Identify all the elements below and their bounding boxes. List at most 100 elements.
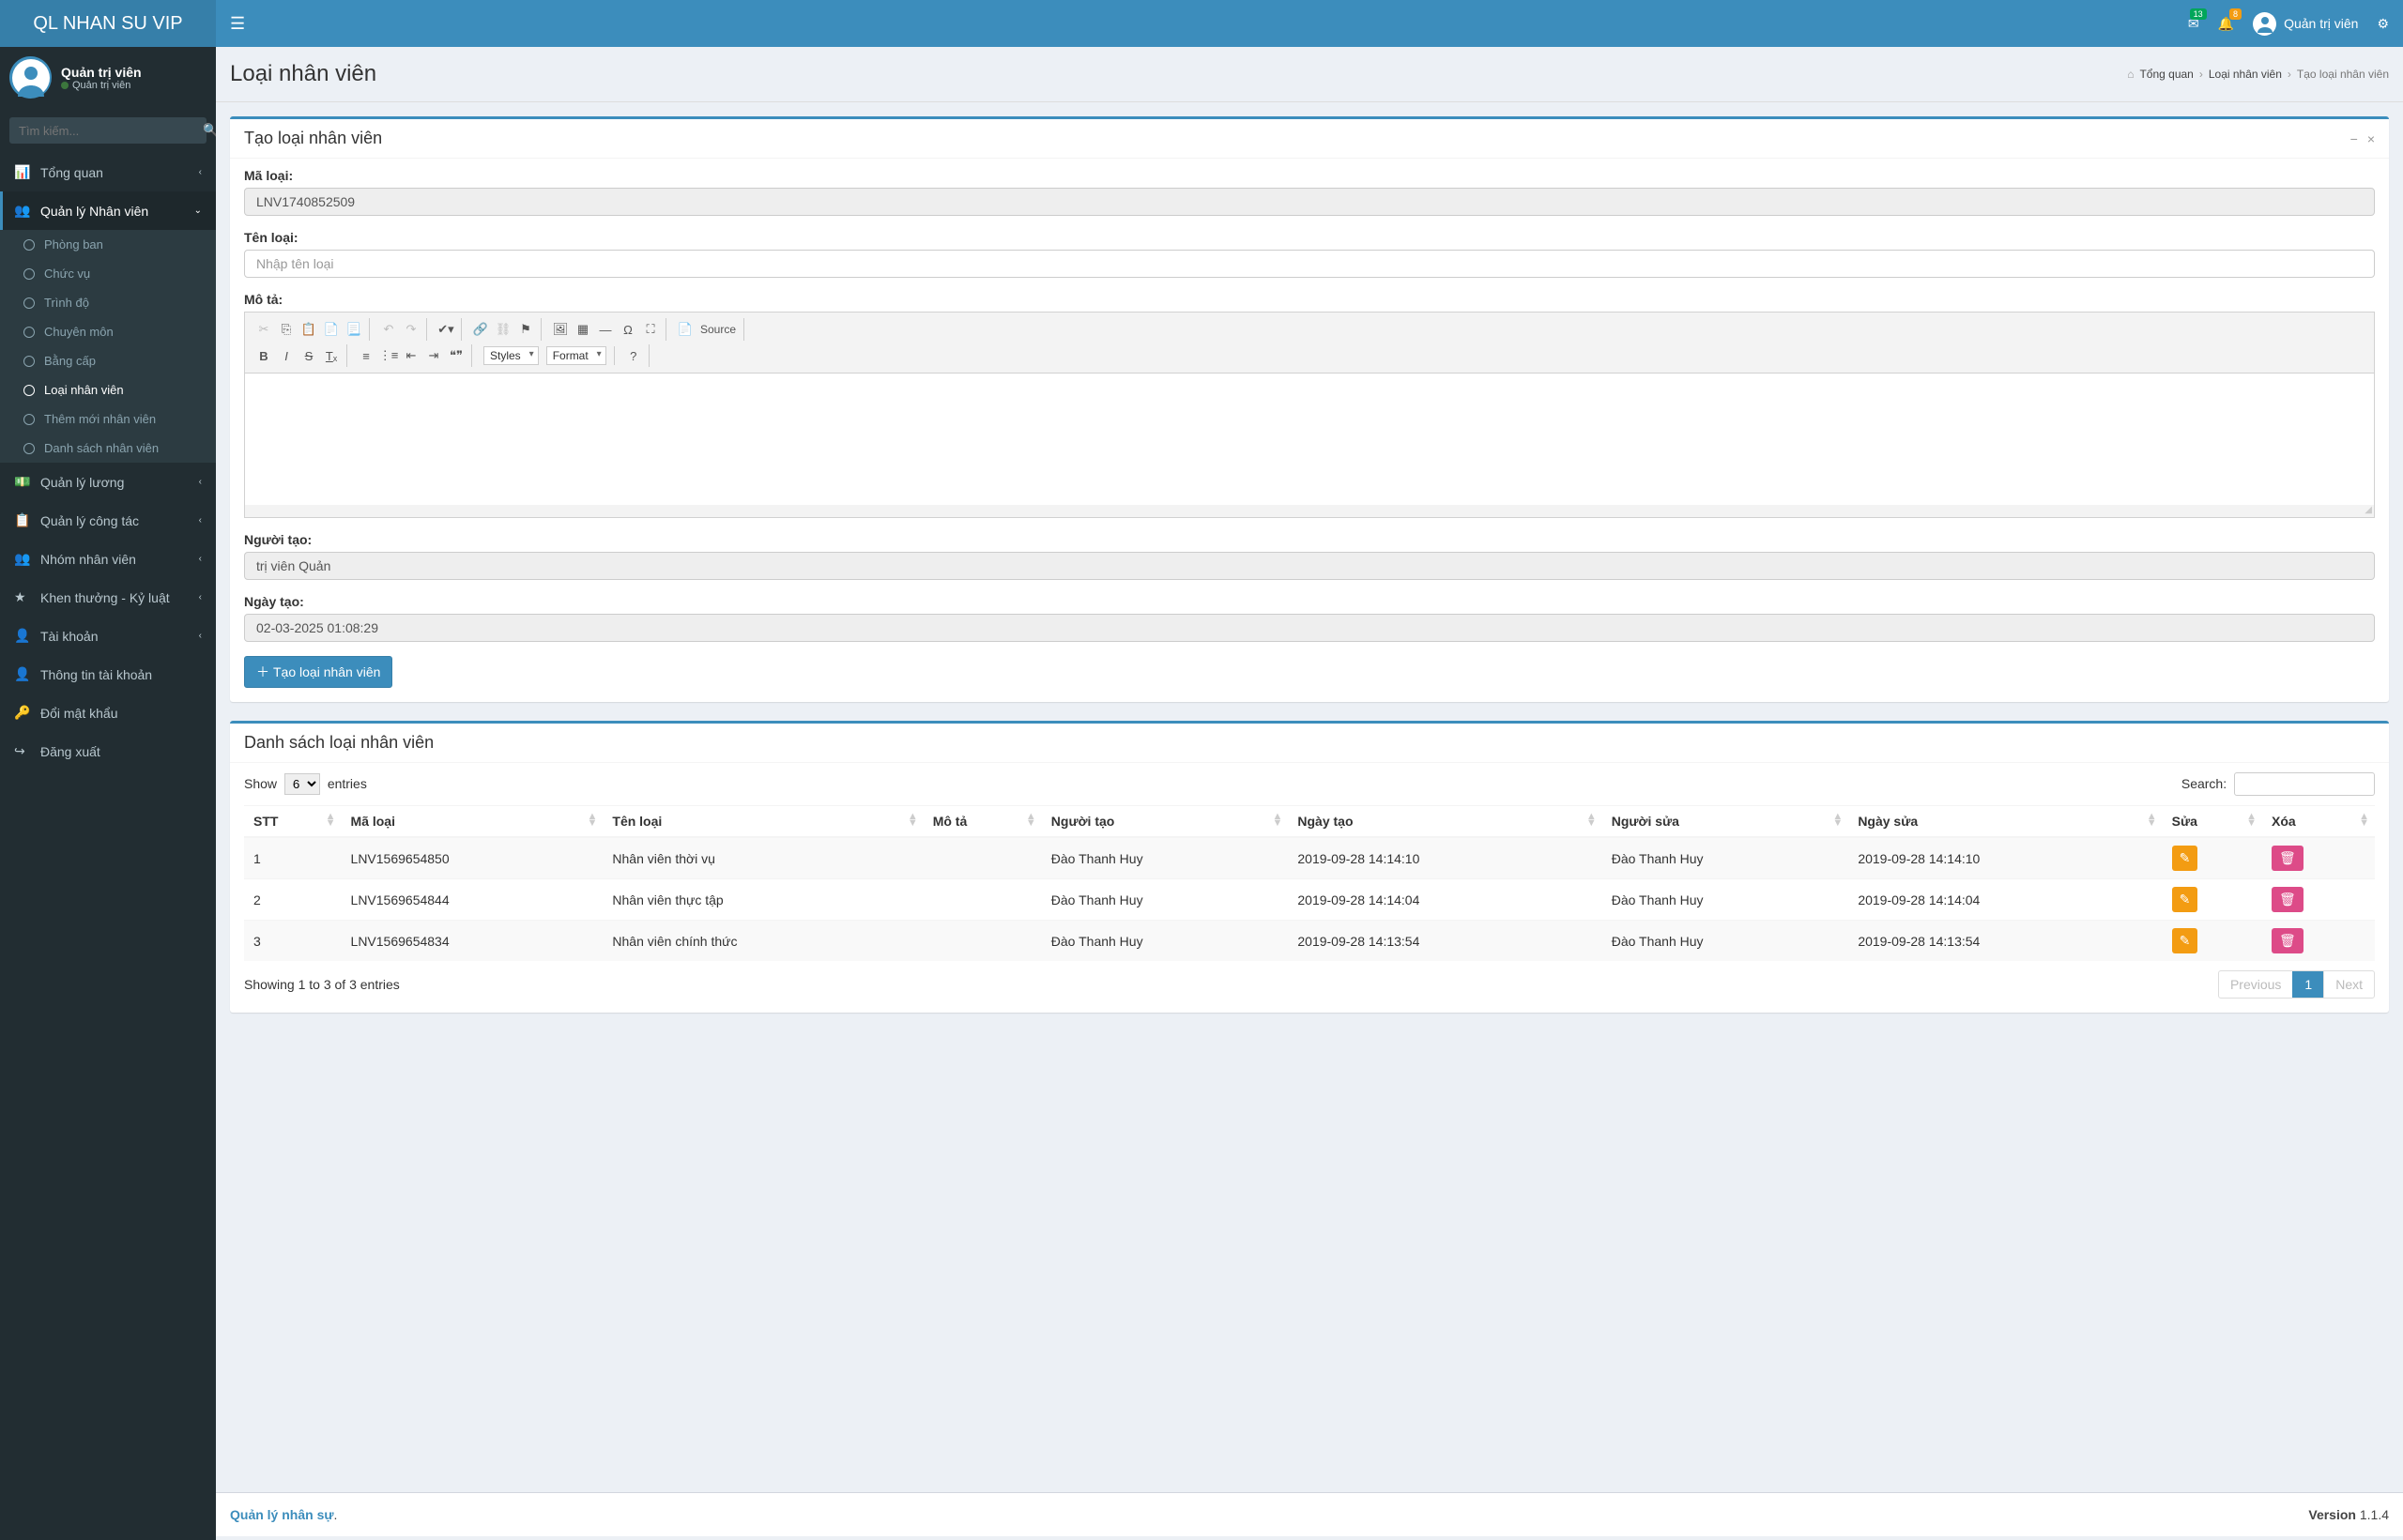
avatar-icon: [2253, 12, 2276, 36]
ngay-tao-label: Ngày tạo:: [244, 594, 2375, 609]
nav-phongban[interactable]: Phòng ban: [0, 230, 216, 259]
nav-nhom[interactable]: 👥Nhóm nhân viên‹: [0, 540, 216, 578]
trash-icon: 🗑: [2279, 892, 2296, 907]
col-nguoitao[interactable]: Người tạo▲▼: [1042, 806, 1289, 838]
sidebar-search-input[interactable]: [9, 117, 193, 144]
nav-taikhoan[interactable]: 👤Tài khoản‹: [0, 617, 216, 655]
user-menu[interactable]: Quản trị viên: [2253, 12, 2358, 36]
col-ma[interactable]: Mã loại▲▼: [342, 806, 604, 838]
gears-icon[interactable]: ⚙: [2377, 16, 2389, 32]
col-stt[interactable]: STT▲▼: [244, 806, 342, 838]
format-select[interactable]: Format: [546, 346, 606, 365]
nav-bangcap[interactable]: Bằng cấp: [0, 346, 216, 375]
col-xoa[interactable]: Xóa▲▼: [2262, 806, 2375, 838]
nav-ql-luong[interactable]: 💵Quản lý lương‹: [0, 463, 216, 501]
submit-button[interactable]: ＋Tạo loại nhân viên: [244, 656, 392, 688]
sidebar-user-name: Quản trị viên: [61, 65, 142, 80]
edit-button[interactable]: ✎: [2172, 846, 2198, 871]
styles-select[interactable]: Styles: [483, 346, 539, 365]
col-sua[interactable]: Sửa▲▼: [2163, 806, 2262, 838]
breadcrumb-home[interactable]: Tổng quan: [2139, 68, 2193, 81]
source-button[interactable]: Source: [696, 318, 740, 341]
bulletlist-icon[interactable]: ⋮≡: [377, 344, 400, 367]
outdent-icon[interactable]: ⇤: [400, 344, 422, 367]
edit-icon: ✎: [2180, 933, 2191, 949]
maximize-icon[interactable]: ⛶: [639, 318, 662, 341]
source-icon[interactable]: 📄: [674, 318, 696, 341]
nav-trinhdo[interactable]: Trình độ: [0, 288, 216, 317]
app-logo[interactable]: QL NHAN SU VIP: [0, 0, 216, 47]
resize-handle[interactable]: ◢: [245, 505, 2374, 517]
sidebar-search-button[interactable]: 🔍: [193, 117, 216, 144]
table-icon[interactable]: ▦: [572, 318, 594, 341]
nav-dangxuat[interactable]: ↪Đăng xuất: [0, 732, 216, 770]
specialchar-icon[interactable]: Ω: [617, 318, 639, 341]
anchor-icon[interactable]: ⚑: [514, 318, 537, 341]
paste-word-icon[interactable]: 📃: [343, 318, 365, 341]
copy-icon[interactable]: ⎘: [275, 318, 298, 341]
table-search-input[interactable]: [2234, 772, 2375, 796]
hr-icon[interactable]: ―: [594, 318, 617, 341]
table-row: 3LNV1569654834Nhân viên chính thứcĐào Th…: [244, 921, 2375, 962]
paste-icon[interactable]: 📋: [298, 318, 320, 341]
bold-icon[interactable]: B: [253, 344, 275, 367]
cell-stt: 3: [244, 921, 342, 962]
numberlist-icon[interactable]: ≡: [355, 344, 377, 367]
messages-icon[interactable]: ✉13: [2188, 16, 2199, 32]
edit-button[interactable]: ✎: [2172, 928, 2198, 953]
page-1-button[interactable]: 1: [2292, 971, 2323, 998]
footer-link[interactable]: Quản lý nhân sự: [230, 1507, 334, 1522]
search-control: Search:: [2181, 772, 2375, 796]
next-button[interactable]: Next: [2323, 971, 2374, 998]
user-panel: Quản trị viên Quản trị viên: [0, 47, 216, 108]
blockquote-icon[interactable]: ❝❞: [445, 344, 467, 367]
nav-themmoi[interactable]: Thêm mới nhân viên: [0, 404, 216, 434]
trash-icon: 🗑: [2279, 850, 2296, 866]
sidebar-toggle[interactable]: ☰: [230, 14, 245, 34]
removeformat-icon[interactable]: Tₓ: [320, 344, 343, 367]
image-icon[interactable]: 🖼: [549, 318, 572, 341]
nav-doimatkhau[interactable]: 🔑Đổi mật khẩu: [0, 694, 216, 732]
cell-ten: Nhân viên chính thức: [603, 921, 923, 962]
nav-chuyenmon[interactable]: Chuyên môn: [0, 317, 216, 346]
col-ten[interactable]: Tên loại▲▼: [603, 806, 923, 838]
cell-ngaytao: 2019-09-28 14:14:04: [1288, 879, 1601, 921]
nav-ql-congtac[interactable]: 📋Quản lý công tác‹: [0, 501, 216, 540]
strike-icon[interactable]: S: [298, 344, 320, 367]
notifications-icon[interactable]: 🔔8: [2218, 16, 2234, 32]
cell-mota: [924, 921, 1042, 962]
breadcrumb-parent[interactable]: Loại nhân viên: [2209, 68, 2282, 81]
nav-loainhanvien[interactable]: Loại nhân viên: [0, 375, 216, 404]
about-icon[interactable]: ?: [622, 344, 645, 367]
col-mota[interactable]: Mô tả▲▼: [924, 806, 1042, 838]
nav-chucvu[interactable]: Chức vụ: [0, 259, 216, 288]
col-nguoisua[interactable]: Người sửa▲▼: [1602, 806, 1849, 838]
editor-content[interactable]: [245, 374, 2374, 505]
collapse-icon[interactable]: −: [2350, 131, 2358, 146]
scayt-icon[interactable]: ✔▾: [435, 318, 457, 341]
col-ngaytao[interactable]: Ngày tạo▲▼: [1288, 806, 1601, 838]
delete-button[interactable]: 🗑: [2272, 928, 2304, 953]
italic-icon[interactable]: I: [275, 344, 298, 367]
nav-danhsach[interactable]: Danh sách nhân viên: [0, 434, 216, 463]
ten-loai-input[interactable]: [244, 250, 2375, 278]
close-icon[interactable]: ×: [2367, 131, 2375, 146]
nav-thongtin[interactable]: 👤Thông tin tài khoản: [0, 655, 216, 694]
link-icon: 🔗: [469, 318, 492, 341]
prev-button[interactable]: Previous: [2219, 971, 2292, 998]
cell-nguoisua: Đào Thanh Huy: [1602, 921, 1849, 962]
edit-icon: ✎: [2180, 892, 2191, 907]
delete-button[interactable]: 🗑: [2272, 887, 2304, 912]
nav-tongquan[interactable]: 📊Tổng quan‹: [0, 153, 216, 191]
length-select[interactable]: 6: [284, 773, 320, 795]
cell-nguoisua: Đào Thanh Huy: [1602, 879, 1849, 921]
edit-button[interactable]: ✎: [2172, 887, 2198, 912]
nav-ql-nhanvien[interactable]: 👥Quản lý Nhân viên⌄: [0, 191, 216, 230]
paste-text-icon[interactable]: 📄: [320, 318, 343, 341]
indent-icon[interactable]: ⇥: [422, 344, 445, 367]
col-ngaysua[interactable]: Ngày sửa▲▼: [1848, 806, 2162, 838]
nav-khenthuong[interactable]: ★Khen thưởng - Kỷ luật‹: [0, 578, 216, 617]
delete-button[interactable]: 🗑: [2272, 846, 2304, 871]
cut-icon: ✂: [253, 318, 275, 341]
cell-ma: LNV1569654850: [342, 837, 604, 879]
